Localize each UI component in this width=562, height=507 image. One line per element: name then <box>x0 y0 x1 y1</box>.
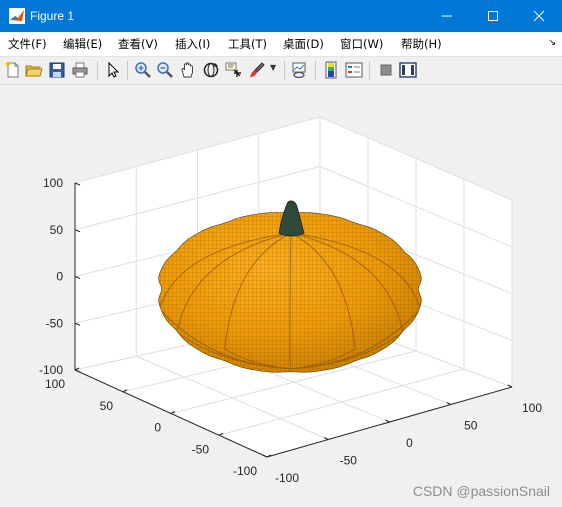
z-tick-label: -50 <box>46 316 64 330</box>
toolbar-separator <box>315 61 316 80</box>
matlab-logo-icon <box>9 8 25 24</box>
close-icon <box>533 10 545 22</box>
x-tick-label: 50 <box>464 419 478 433</box>
figure-canvas[interactable]: -100 -50 0 50 100 100 50 0 -50 -100 -100 -50 0 50 10… <box>0 85 562 507</box>
maximize-icon <box>488 11 498 21</box>
toolbar-separator <box>284 61 285 80</box>
pan-icon[interactable] <box>179 61 197 79</box>
menu-insert[interactable]: 插入(I) <box>175 36 210 52</box>
menu-dock-arrow-icon[interactable]: ↘ <box>548 38 556 48</box>
new-figure-icon[interactable] <box>4 61 22 79</box>
menu-help[interactable]: 帮助(H) <box>401 36 442 52</box>
x-tick-label: -50 <box>340 454 358 468</box>
figure-toolbar: ▼ <box>0 57 562 85</box>
hide-plot-tools-icon[interactable] <box>377 61 395 79</box>
toolbar-separator <box>97 61 98 80</box>
brush-dropdown-arrow-icon[interactable]: ▼ <box>270 63 276 72</box>
title-bar[interactable]: Figure 1 <box>0 0 562 32</box>
show-plot-tools-icon[interactable] <box>399 61 417 79</box>
toolbar-separator <box>369 61 370 80</box>
brush-icon[interactable] <box>248 61 266 79</box>
menu-window[interactable]: 窗口(W) <box>340 36 383 52</box>
save-icon[interactable] <box>48 61 66 79</box>
menu-bar: 文件(F) 编辑(E) 查看(V) 插入(I) 工具(T) 桌面(D) 窗口(W… <box>0 32 562 57</box>
y-tick-label: 0 <box>154 421 161 435</box>
data-cursor-icon[interactable] <box>225 61 243 79</box>
minimize-button[interactable] <box>424 0 470 32</box>
z-tick-label: 100 <box>43 176 63 190</box>
maximize-button[interactable] <box>470 0 516 32</box>
menu-file[interactable]: 文件(F) <box>8 36 47 52</box>
menu-edit[interactable]: 编辑(E) <box>63 36 102 52</box>
open-file-icon[interactable] <box>25 61 43 79</box>
link-plot-icon[interactable] <box>291 61 309 79</box>
z-tick-label: 50 <box>50 223 64 237</box>
minimize-icon <box>442 15 452 17</box>
menu-tools[interactable]: 工具(T) <box>228 36 267 52</box>
watermark: CSDN @passionSnail <box>412 483 550 499</box>
toolbar-separator <box>127 61 128 80</box>
close-button[interactable] <box>516 0 562 32</box>
zoom-out-icon[interactable] <box>156 61 174 79</box>
legend-icon[interactable] <box>345 61 363 79</box>
z-tick-label: 0 <box>56 270 63 284</box>
zoom-in-icon[interactable] <box>134 61 152 79</box>
figure-window: Figure 1 文件(F) 编辑(E) 查看(V) 插入(I) 工具(T) 桌… <box>0 0 562 507</box>
print-icon[interactable] <box>71 61 89 79</box>
z-tick-label: -100 <box>39 363 63 377</box>
rotate-3d-icon[interactable] <box>202 61 220 79</box>
colorbar-icon[interactable] <box>322 61 340 79</box>
menu-desktop[interactable]: 桌面(D) <box>283 36 324 52</box>
y-tick-label: 50 <box>100 399 114 413</box>
x-tick-label: 0 <box>406 436 413 450</box>
y-tick-label: -100 <box>233 464 257 478</box>
axes-3d[interactable]: -100 -50 0 50 100 100 50 0 -50 -100 -100 -50 0 50 10… <box>0 85 562 507</box>
menu-view[interactable]: 查看(V) <box>118 36 158 52</box>
x-tick-label: -100 <box>275 471 299 485</box>
y-tick-label: -50 <box>192 442 210 456</box>
z-axis-ticks: -100 -50 0 50 100 <box>39 176 63 377</box>
x-tick-label: 100 <box>522 401 542 415</box>
window-title: Figure 1 <box>30 9 75 23</box>
pointer-icon[interactable] <box>104 61 122 79</box>
y-tick-label: 100 <box>45 377 65 391</box>
